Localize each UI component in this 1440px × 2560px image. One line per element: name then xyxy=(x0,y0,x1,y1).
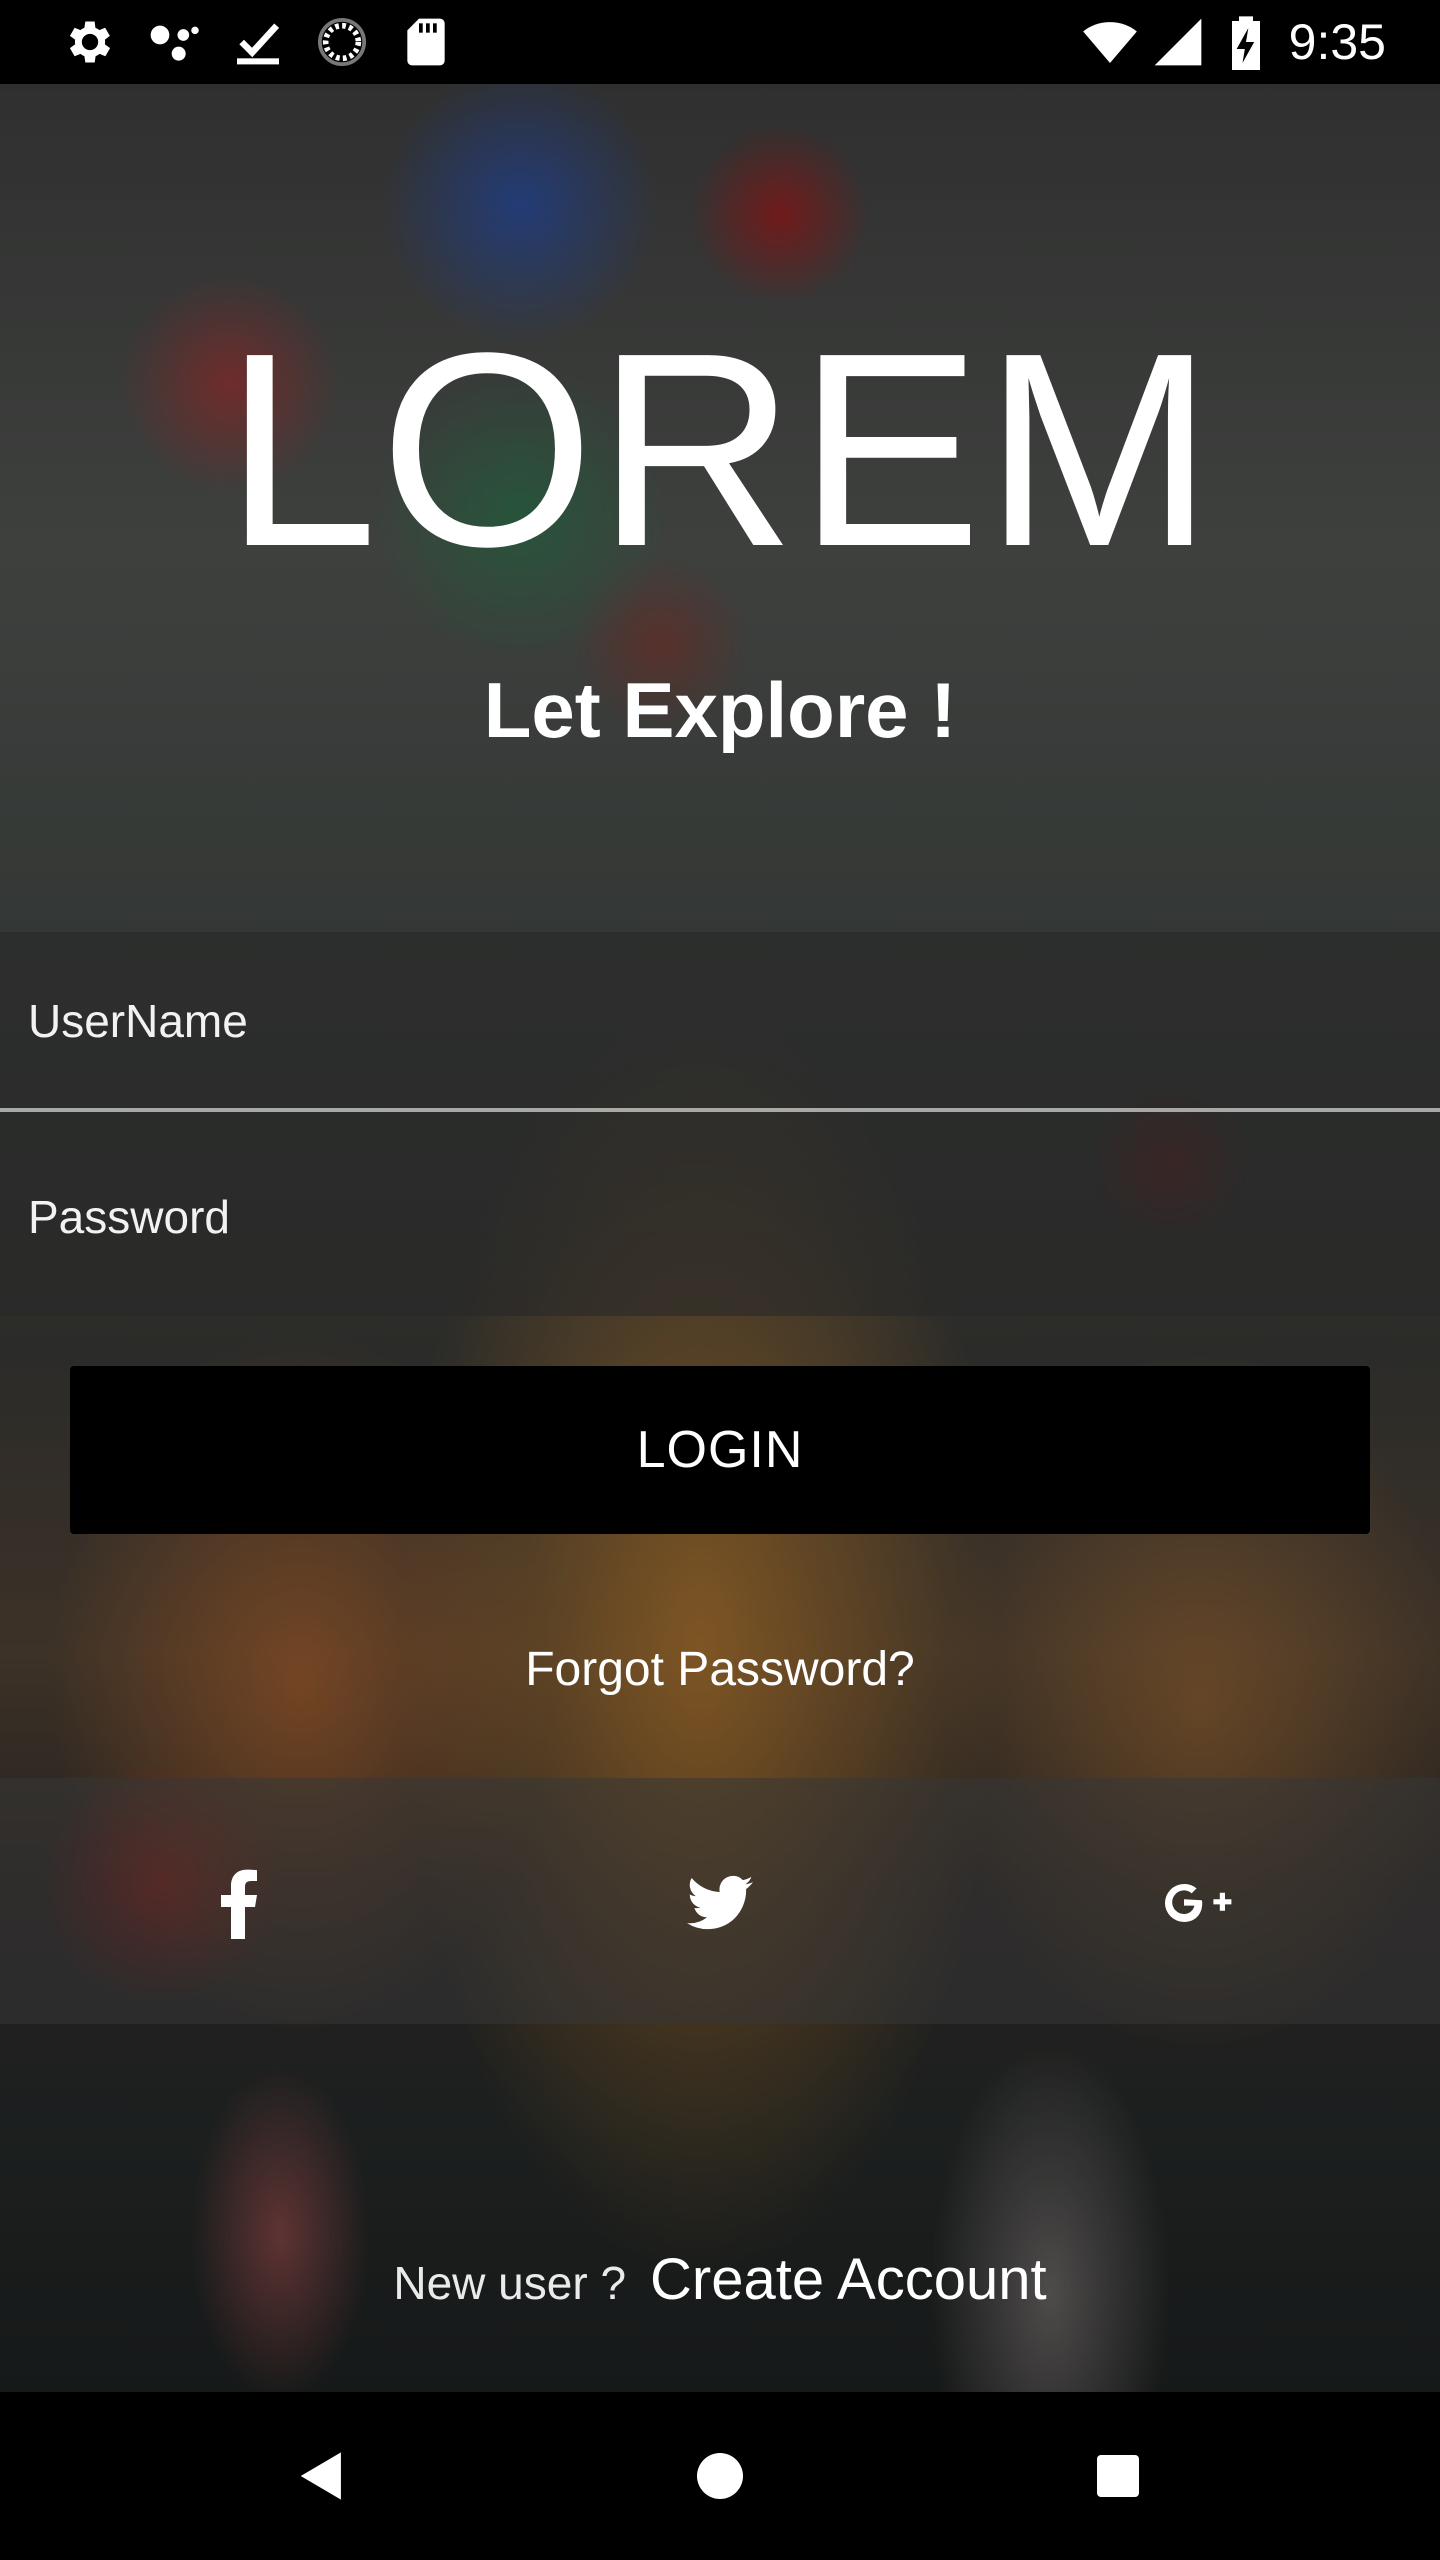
password-input[interactable] xyxy=(0,1128,1440,1306)
home-button[interactable] xyxy=(670,2426,770,2526)
home-icon xyxy=(697,2453,743,2499)
twitter-login-button[interactable] xyxy=(655,1838,785,1968)
facebook-icon xyxy=(221,1869,257,1939)
create-account-link[interactable]: Create Account xyxy=(650,2247,1047,2312)
new-user-label: New user ? xyxy=(393,2257,627,2309)
login-screen: 9:35 LOREM Let Explore ! LOGIN Forgot Pa… xyxy=(0,0,1440,2560)
app-logo-title: LOREM xyxy=(224,296,1216,604)
download-done-icon xyxy=(237,23,280,65)
facebook-login-button[interactable] xyxy=(174,1838,304,1968)
sd-card-icon xyxy=(407,18,445,66)
forgot-password-link[interactable]: Forgot Password? xyxy=(0,1630,1440,1710)
recents-button[interactable] xyxy=(1068,2426,1168,2526)
username-input[interactable] xyxy=(0,932,1440,1110)
sync-progress-icon xyxy=(317,17,367,67)
back-icon xyxy=(300,2452,341,2500)
clock-time: 9:35 xyxy=(1288,14,1386,70)
settings-icon xyxy=(69,21,111,63)
recents-icon xyxy=(1097,2455,1139,2497)
battery-charging-icon xyxy=(1232,16,1260,70)
twitter-icon xyxy=(687,1875,753,1930)
signup-prompt: New user ? Create Account xyxy=(0,2240,1440,2335)
input-divider xyxy=(0,1108,1440,1112)
assistant-dots-icon xyxy=(150,25,199,61)
google-plus-login-button[interactable] xyxy=(1134,1838,1264,1968)
login-button[interactable]: LOGIN xyxy=(70,1366,1370,1534)
cellular-signal-icon xyxy=(1154,18,1202,66)
system-navigation-bar xyxy=(0,2392,1440,2560)
status-bar: 9:35 xyxy=(0,0,1440,84)
tagline: Let Explore ! xyxy=(483,666,957,754)
wifi-icon xyxy=(1083,22,1137,63)
google-plus-icon xyxy=(1165,1883,1232,1922)
back-button[interactable] xyxy=(272,2426,372,2526)
